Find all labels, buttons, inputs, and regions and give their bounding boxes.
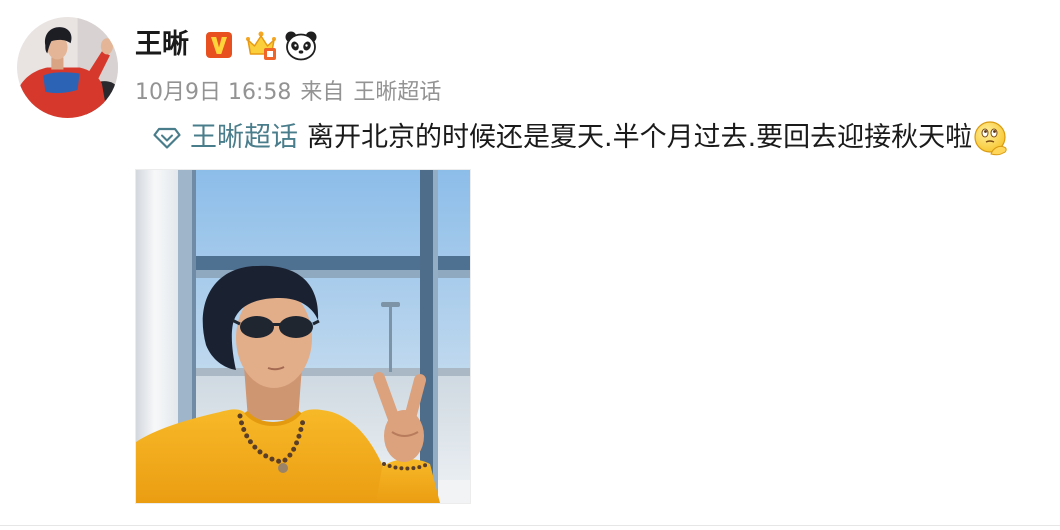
panda-icon[interactable] — [284, 29, 318, 61]
post-meta: 10月9日 16:58 来自 王晰超话 — [135, 78, 441, 108]
post-divider — [0, 525, 1060, 526]
author-avatar[interactable] — [17, 17, 118, 118]
post-content: 王晰超话 离开北京的时候还是夏天.半个月过去.要回去迎接秋天啦 — [153, 118, 1053, 158]
author-name[interactable]: 王晰 — [135, 27, 189, 63]
thinking-face-emoji — [974, 121, 1007, 156]
topic-link[interactable]: 王晰超话 — [190, 118, 298, 158]
post-photo[interactable] — [135, 169, 471, 504]
member-crown-icon[interactable] — [245, 29, 277, 61]
verified-v-icon[interactable] — [205, 31, 233, 59]
weibo-post: 王晰 10月9日 16:58 来自 王晰超话 王晰超话 离开北京的时候还是夏天.… — [0, 0, 1060, 530]
super-topic-diamond-icon[interactable] — [153, 126, 181, 150]
source-prefix: 来自 — [300, 80, 345, 105]
post-time[interactable]: 10月9日 16:58 — [135, 80, 291, 105]
avatar-photo — [17, 17, 118, 118]
post-source[interactable]: 王晰超话 — [353, 80, 441, 105]
post-text: 离开北京的时候还是夏天.半个月过去.要回去迎接秋天啦 — [307, 122, 973, 153]
